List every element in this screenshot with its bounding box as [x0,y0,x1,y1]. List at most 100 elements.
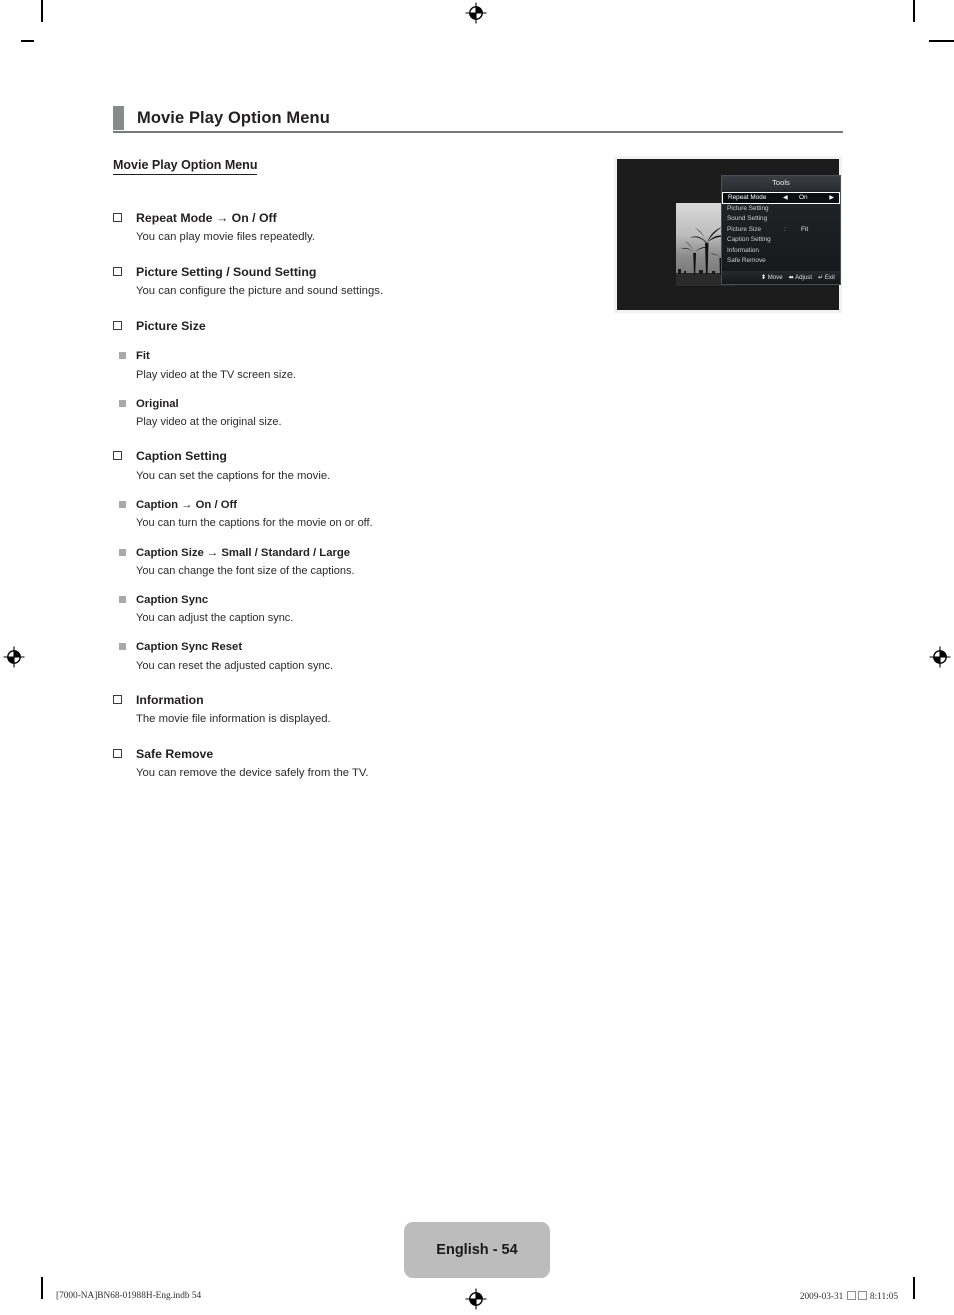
option-entry-description: You can change the font size of the capt… [136,564,355,577]
option-entry-title: Picture Size [136,319,206,334]
option-entry-title: Information [136,692,204,707]
print-file-info: [7000-NA]BN68-01988H-Eng.indb 54 [56,1291,202,1301]
option-entry: Caption Sync You can adjust the caption s… [113,593,583,625]
osd-menu-item[interactable]: Safe Remove [722,256,840,267]
option-entry-description: Play video at the original size. [136,415,282,428]
filled-square-bullet-icon [119,596,126,604]
option-entry-title: Caption Sync Reset [136,641,243,654]
timestamp-placeholder-glyph-1 [846,1291,856,1300]
crop-mark-bottom-right-vertical [913,1277,915,1299]
osd-menu-item[interactable]: Repeat Mode ◀ On ▶ [722,192,840,204]
filled-square-bullet-icon [119,399,126,407]
option-entry-description: You can reset the adjusted caption sync. [136,659,334,672]
osd-right-arrow-icon[interactable]: ▶ [829,193,834,203]
option-entry: Repeat Mode → On / Off You can play movie… [113,211,583,245]
option-entry: Information The movie file information is… [113,693,583,727]
osd-title: Tools [722,176,840,190]
osd-menu-item-label: Caption Setting [727,236,771,243]
filled-square-bullet-icon [119,501,126,509]
option-entry-title: Fit [136,350,150,363]
option-entry-title: Caption → On / Off [136,499,238,512]
osd-menu-item-label: Information [727,246,759,254]
option-entry-list: Repeat Mode → On / Off You can play movie… [113,211,583,781]
option-entry-description: You can turn the captions for the movie … [136,517,373,530]
option-entry-title: Picture Setting / Sound Setting [136,265,317,280]
tools-osd-panel: Tools Repeat Mode ◀ On ▶ Picture Setting Soun… [721,175,841,285]
osd-menu-item[interactable]: Sound Setting [722,214,840,225]
osd-menu-item-value: Fit [801,225,809,233]
crop-mark-top-left-vertical [41,0,43,22]
osd-hint-label: Move [767,274,783,281]
page-number-label: English - 54 [436,1242,518,1258]
option-entry: Caption → On / Off You can turn the capti… [113,498,583,530]
option-entry-title: Repeat Mode → On / Off [136,211,277,225]
hollow-square-bullet-icon [113,213,122,222]
osd-menu-item[interactable]: Picture Size: Fit [722,225,840,236]
option-entry: Caption Sync Reset You can reset the adju… [113,640,583,672]
option-entry-description: You can play movie files repeatedly. [136,231,315,244]
document-page: Movie Play Option Menu Movie Play Option… [0,0,954,1315]
print-date: 2009-03-31 [799,1292,844,1302]
tv-screen-frame: Tools Repeat Mode ◀ On ▶ Picture Setting Soun… [614,156,842,313]
tv-screenshot-figure: Tools Repeat Mode ◀ On ▶ Picture Setting Soun… [614,156,842,313]
osd-menu-item-label: Repeat Mode [728,194,767,201]
registration-mark-bottom [465,1288,487,1310]
osd-menu-item[interactable]: Caption Setting [722,235,840,246]
option-entry-description: The movie file information is displayed. [136,713,331,726]
osd-hint-item: ↵ Exit [818,274,835,281]
option-entry-title: Safe Remove [136,746,214,761]
crop-mark-bottom-left-vertical [41,1277,43,1299]
osd-menu-item-value: On [799,194,808,201]
osd-hint-label: Exit [824,274,835,281]
osd-menu-list: Repeat Mode ◀ On ▶ Picture Setting Sound Sett… [722,190,840,267]
hollow-square-bullet-icon [113,267,122,277]
crop-mark-top-right-horizontal [929,40,954,42]
filled-square-bullet-icon [119,643,126,651]
section-heading: Movie Play Option Menu [113,158,258,175]
option-entry-description: You can configure the picture and sound … [136,285,384,298]
crop-mark-top-left-horizontal [21,40,34,42]
chapter-header-rule [113,131,843,133]
chapter-header: Movie Play Option Menu [113,106,843,133]
option-entry-description: Play video at the TV screen size. [136,368,296,381]
option-entry: Safe Remove You can remove the device saf… [113,747,583,781]
hollow-square-bullet-icon [113,748,122,758]
osd-value-separator: : [784,225,786,233]
hollow-square-bullet-icon [113,694,122,704]
chapter-accent-bar [113,106,124,130]
osd-left-arrow-icon[interactable]: ◀ [783,193,788,203]
page-number-badge: English - 54 [404,1222,550,1278]
osd-hint-label: Adjust [795,274,813,281]
timestamp-placeholder-glyph-2 [857,1291,867,1300]
osd-menu-item-label: Safe Remove [727,257,766,264]
option-entry-description: You can adjust the caption sync. [136,612,294,625]
hollow-square-bullet-icon [113,451,122,461]
option-entry-title: Original [136,397,179,410]
osd-menu-item-label: Picture Setting [727,204,769,212]
option-entry: Picture Setting / Sound Setting You can c… [113,265,583,299]
crop-mark-top-right-vertical [913,0,915,22]
osd-hint-bar: ⬍ Move ⬌ Adjust ↵ Exit [722,271,840,284]
osd-hint-item: ⬍ Move [761,274,783,281]
option-entry: Fit Play video at the TV screen size. [113,349,583,381]
option-entry-title: Caption Size → Small / Standard / Large [136,546,351,559]
option-entry-description: You can remove the device safely from th… [136,767,369,780]
print-time: 8:11:05 [869,1292,898,1302]
print-timestamp: 2009-03-31 8:11:05 [800,1291,898,1302]
tv-screen-inner: Tools Repeat Mode ◀ On ▶ Picture Setting Soun… [621,163,841,306]
osd-hint-item: ⬌ Adjust [789,274,812,281]
registration-mark-top [465,2,487,24]
option-entry: Caption Size → Small / Standard / Large Y… [113,546,583,578]
osd-menu-item-label: Sound Setting [727,215,768,222]
option-entry: Caption Setting You can set the captions … [113,449,583,483]
registration-mark-left [3,646,25,668]
filled-square-bullet-icon [119,352,126,360]
osd-menu-item-label: Picture Size [727,225,762,233]
osd-menu-item[interactable]: Picture Setting [722,204,840,215]
content-column: Movie Play Option Menu Repeat Mode → On … [113,156,583,781]
option-entry: Picture Size [113,319,583,334]
page-title: Movie Play Option Menu [137,108,330,127]
filled-square-bullet-icon [119,548,126,556]
osd-menu-item[interactable]: Information [722,246,840,257]
registration-mark-right [929,646,951,668]
